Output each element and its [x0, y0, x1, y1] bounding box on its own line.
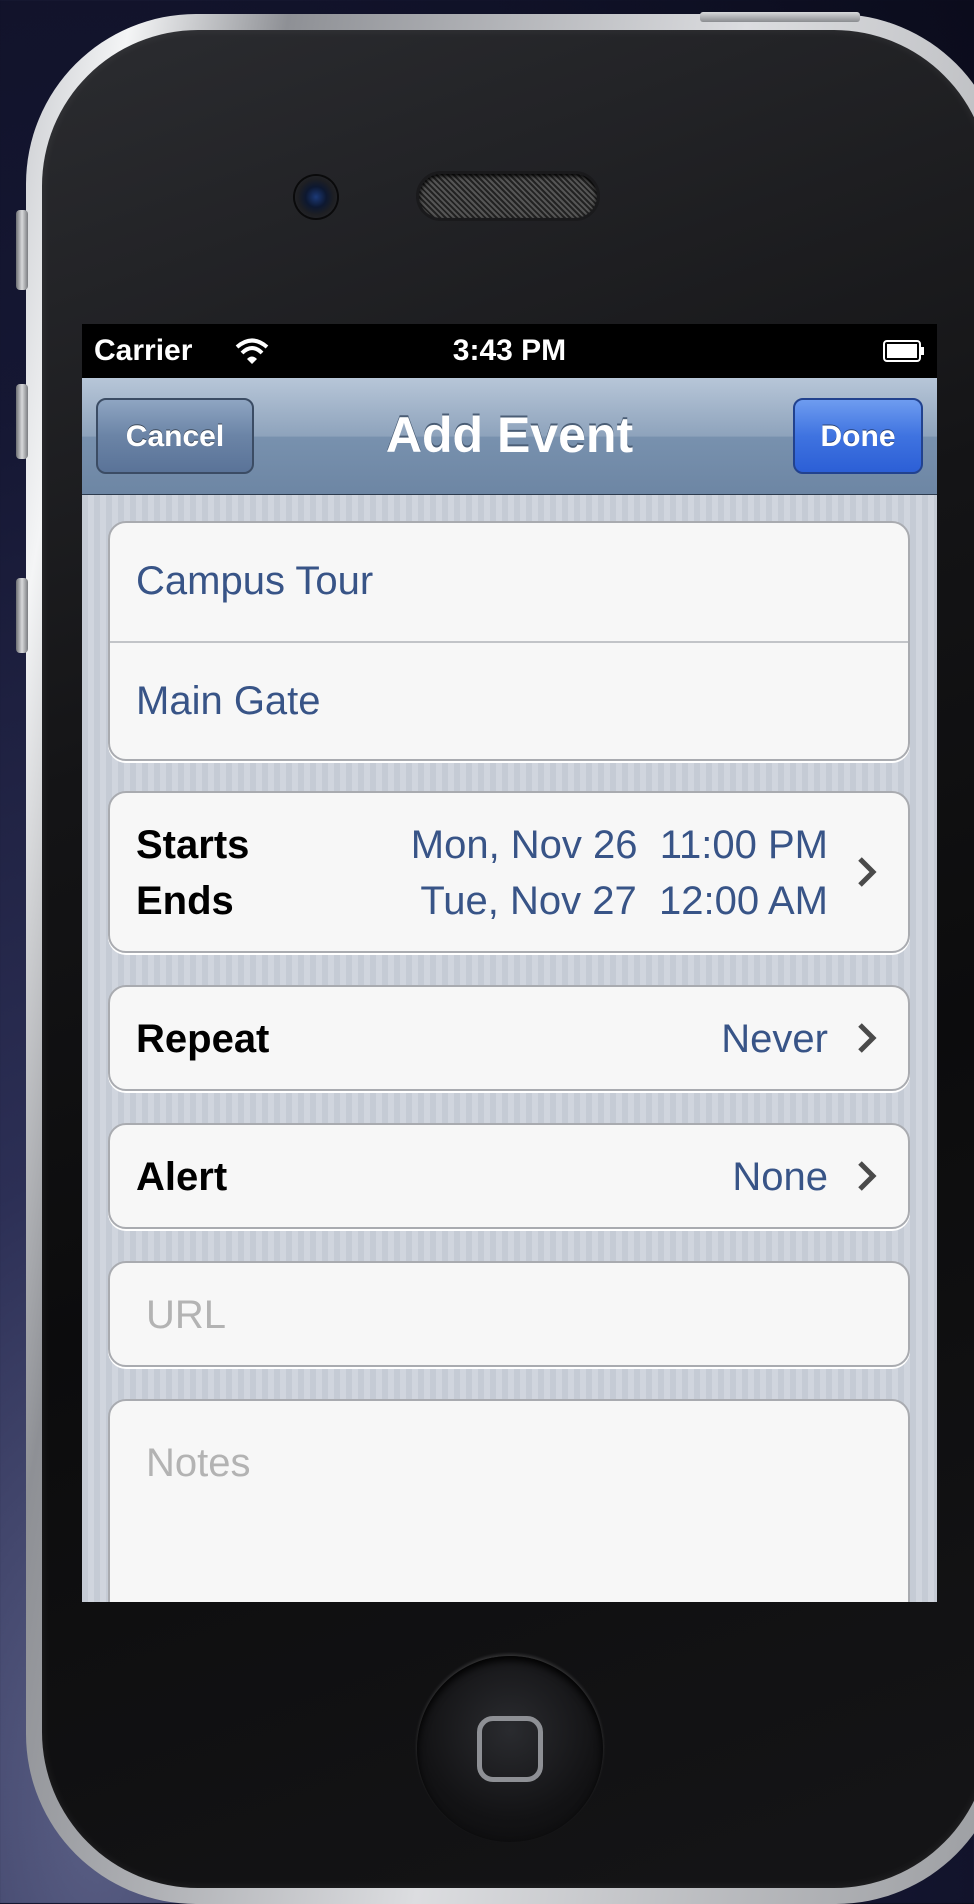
battery-icon: [883, 340, 924, 362]
status-bar: Carrier 3:43 PM: [82, 324, 937, 378]
location-cell[interactable]: Main Gate: [110, 641, 908, 759]
status-time: 3:43 PM: [452, 334, 567, 367]
sleep-button: [700, 12, 860, 22]
chevron-right-icon: [858, 1023, 877, 1053]
home-square-icon: [477, 1716, 543, 1782]
alert-value: None: [732, 1155, 828, 1199]
done-button[interactable]: Done: [793, 398, 923, 474]
chevron-right-icon: [858, 1161, 877, 1191]
location-field[interactable]: Main Gate: [136, 679, 321, 724]
repeat-cell[interactable]: Repeat Never: [108, 985, 910, 1091]
screen: Carrier 3:43 PM Cancel Add Event Done Ca…: [82, 324, 937, 1602]
event-form: Campus Tour Main Gate Starts Ends Mon, N…: [82, 495, 937, 1602]
title-field[interactable]: Campus Tour: [136, 559, 373, 604]
chevron-right-icon: [858, 857, 877, 887]
repeat-label: Repeat: [136, 1017, 270, 1061]
front-camera-icon: [295, 176, 337, 218]
notes-cell[interactable]: Notes: [108, 1399, 910, 1602]
alert-label: Alert: [136, 1155, 228, 1199]
starts-label: Starts: [136, 823, 250, 867]
ends-value: Tue, Nov 27 12:00 AM: [420, 879, 828, 923]
alert-cell[interactable]: Alert None: [108, 1123, 910, 1229]
mute-switch: [16, 210, 28, 290]
repeat-value: Never: [721, 1017, 828, 1061]
ends-label: Ends: [136, 879, 234, 923]
title-location-group: Campus Tour Main Gate: [108, 521, 910, 761]
starts-value: Mon, Nov 26 11:00 PM: [410, 823, 828, 867]
volume-up-button: [16, 384, 28, 459]
dates-group[interactable]: Starts Ends Mon, Nov 26 11:00 PM Tue, No…: [108, 791, 910, 953]
home-button-icon[interactable]: [417, 1656, 603, 1842]
url-field[interactable]: URL: [146, 1293, 226, 1338]
earpiece-speaker: [419, 174, 597, 218]
volume-down-button: [16, 578, 28, 653]
url-cell[interactable]: URL: [108, 1261, 910, 1367]
notes-field[interactable]: Notes: [146, 1441, 251, 1486]
navigation-bar: Cancel Add Event Done: [82, 378, 937, 495]
title-cell[interactable]: Campus Tour: [110, 523, 908, 641]
